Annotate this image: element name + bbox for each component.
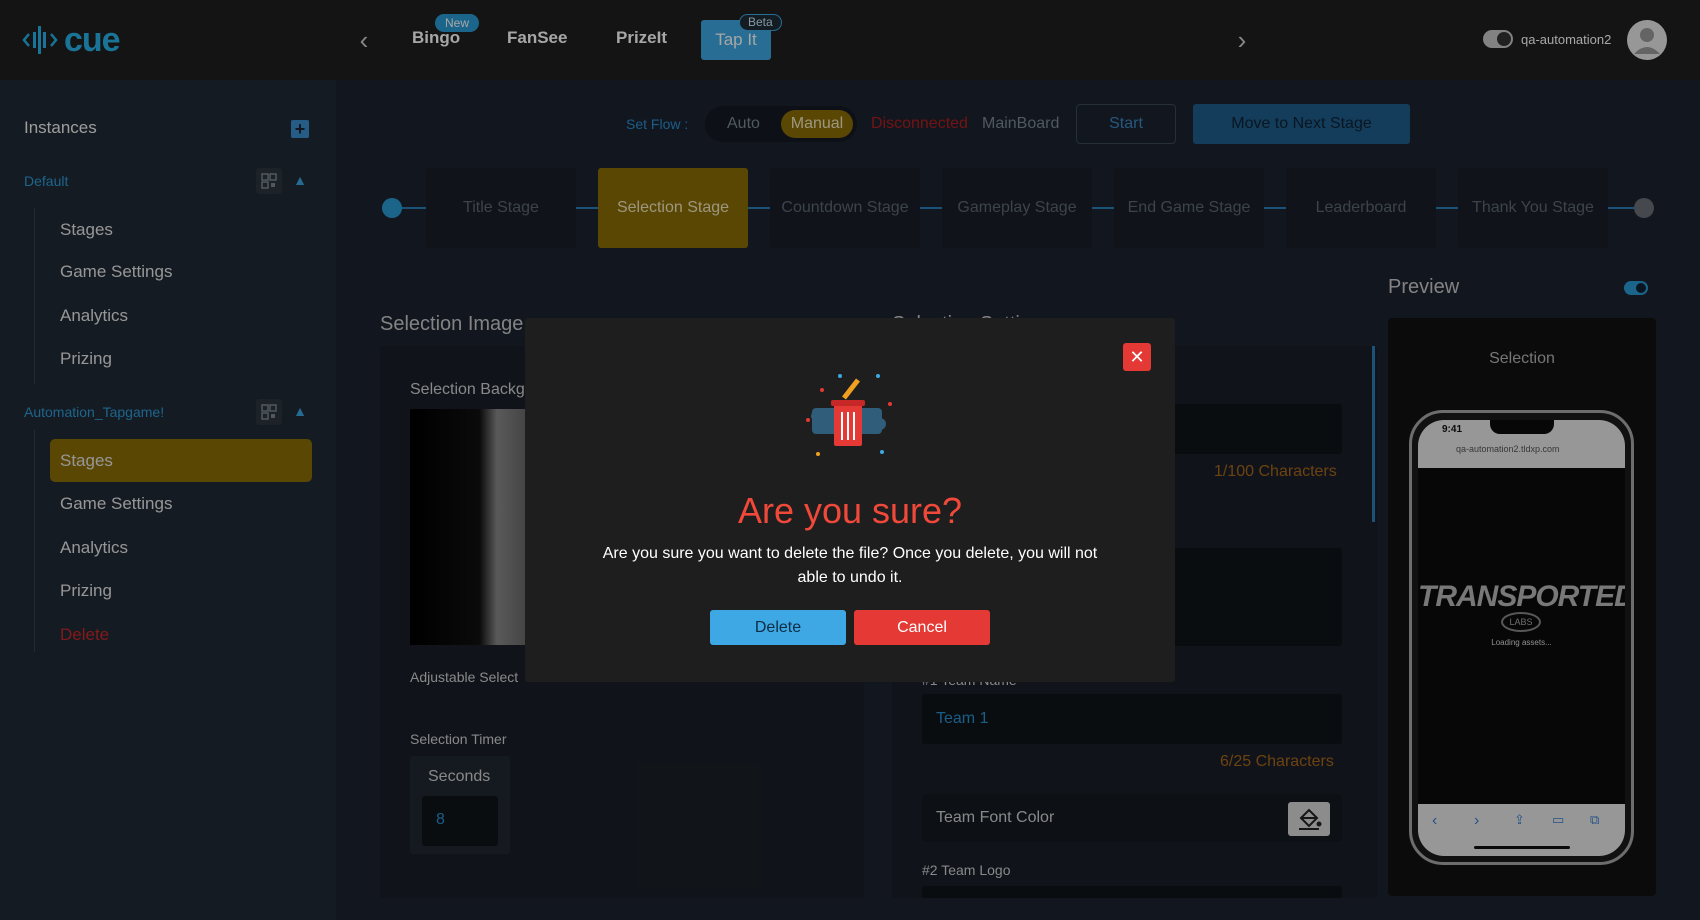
modal-message: Are you sure you want to delete the file… (602, 545, 1098, 586)
trash-can-illustration-icon (806, 374, 892, 456)
confirm-delete-button[interactable]: Delete (710, 610, 846, 645)
close-icon[interactable]: ✕ (1123, 343, 1151, 371)
cancel-button[interactable]: Cancel (854, 610, 990, 645)
modal-title: Are you sure? (737, 490, 963, 531)
